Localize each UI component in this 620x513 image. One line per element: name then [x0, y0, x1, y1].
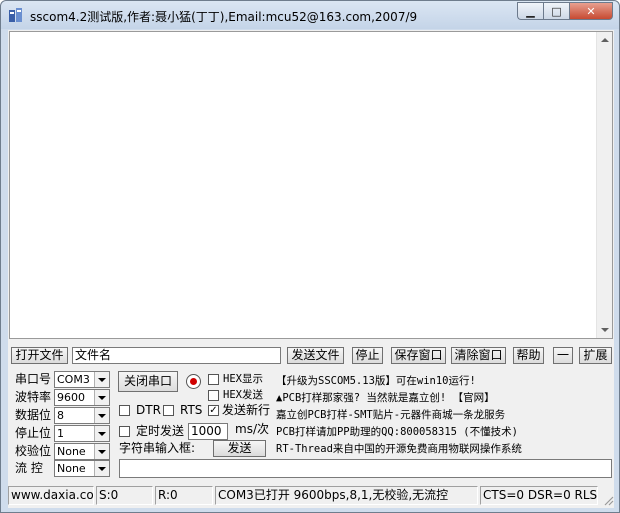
databits-label: 数据位	[15, 408, 52, 422]
databits-select[interactable]: 8	[54, 407, 110, 424]
maximize-button[interactable]: □	[543, 2, 569, 20]
promo-line-2[interactable]: ▲PCB打样那家强? 当然就是嘉立创! 【官网】	[276, 390, 495, 405]
interval-input[interactable]: 1000	[188, 423, 228, 440]
baud-select[interactable]: 9600	[54, 389, 110, 406]
chevron-down-icon	[94, 426, 109, 441]
minimize-icon: ▁	[526, 4, 535, 18]
promo-line-4[interactable]: PCB打样请加PP助理的QQ:800058315 (不懂技术)	[276, 424, 518, 439]
dash-button[interactable]: 一	[553, 347, 573, 364]
file-name-field[interactable]: 文件名	[72, 347, 281, 364]
app-window: sscom4.2测试版,作者:聂小猛(丁丁),Email:mcu52@163.c…	[0, 0, 620, 513]
timed-send-label: 定时发送	[136, 424, 185, 438]
input-label: 字符串输入框:	[119, 441, 196, 455]
close-icon: ✕	[586, 4, 596, 18]
close-button[interactable]: ✕	[569, 2, 613, 20]
baud-label: 波特率	[15, 390, 52, 404]
receive-textarea[interactable]	[9, 31, 613, 339]
sscom-app-icon	[9, 8, 22, 22]
chevron-down-icon	[94, 444, 109, 459]
scroll-up-icon[interactable]	[601, 38, 609, 42]
port-status-led-icon	[186, 374, 201, 389]
timed-send-checkbox[interactable]	[119, 426, 130, 437]
promo-line-1[interactable]: 【升级为SSCOM5.13版】可在win10运行!	[276, 373, 476, 388]
rts-label: RTS	[180, 403, 203, 417]
chevron-down-icon	[94, 408, 109, 423]
send-newline-label: 发送新行	[222, 403, 271, 417]
send-button[interactable]: 发送	[213, 440, 266, 457]
vertical-scrollbar[interactable]	[596, 32, 612, 338]
chevron-down-icon	[94, 372, 109, 387]
caption-buttons: ▁ □ ✕	[517, 2, 613, 21]
resize-grip-icon[interactable]	[602, 494, 614, 506]
clear-window-button[interactable]: 清除窗口	[451, 347, 506, 364]
rts-checkbox[interactable]	[163, 405, 174, 416]
databits-value: 8	[57, 409, 64, 422]
dtr-label: DTR	[136, 403, 161, 417]
minimize-button[interactable]: ▁	[517, 2, 543, 20]
close-port-button[interactable]: 关闭串口	[118, 371, 178, 392]
send-file-button[interactable]: 发送文件	[287, 347, 344, 364]
promo-panel: 【升级为SSCOM5.13版】可在win10运行! ▲PCB打样那家强? 当然就…	[272, 370, 612, 458]
status-site: www.daxia.cor	[8, 486, 94, 505]
dtr-checkbox[interactable]	[119, 405, 130, 416]
flow-select[interactable]: None	[54, 460, 110, 477]
promo-line-3[interactable]: 嘉立创PCB打样-SMT贴片-元器件商城一条龙服务	[276, 407, 505, 422]
hex-send-checkbox[interactable]	[208, 390, 219, 401]
parity-select[interactable]: None	[54, 443, 110, 460]
status-port: COM3已打开 9600bps,8,1,无校验,无流控	[215, 486, 478, 505]
status-sent: S:0	[96, 486, 153, 505]
status-lines: CTS=0 DSR=0 RLSI	[480, 486, 598, 505]
client-area: 打开文件 文件名 发送文件 停止 保存窗口 清除窗口 帮助 一 扩展 串口号 C…	[8, 30, 614, 508]
send-input[interactable]	[119, 459, 612, 478]
scroll-down-icon[interactable]	[601, 328, 609, 332]
port-label: 串口号	[15, 372, 52, 386]
expand-button[interactable]: 扩展	[579, 347, 612, 364]
baud-value: 9600	[57, 391, 85, 404]
flow-label: 流 控	[15, 461, 43, 475]
stopbits-label: 停止位	[15, 426, 52, 440]
stopbits-select[interactable]: 1	[54, 425, 110, 442]
hex-display-label: HEX显示	[223, 373, 263, 385]
flow-value: None	[57, 462, 86, 475]
hex-display-checkbox[interactable]	[208, 374, 219, 385]
interval-unit-label: ms/次	[235, 422, 269, 436]
chevron-down-icon	[94, 461, 109, 476]
port-value: COM3	[57, 373, 90, 386]
save-window-button[interactable]: 保存窗口	[391, 347, 446, 364]
open-file-button[interactable]: 打开文件	[11, 347, 68, 364]
send-newline-checkbox[interactable]: ✓	[208, 405, 219, 416]
help-button[interactable]: 帮助	[513, 347, 544, 364]
status-bar: www.daxia.cor S:0 R:0 COM3已打开 9600bps,8,…	[8, 486, 614, 506]
stop-button[interactable]: 停止	[352, 347, 383, 364]
parity-value: None	[57, 445, 86, 458]
title-bar[interactable]: sscom4.2测试版,作者:聂小猛(丁丁),Email:mcu52@163.c…	[1, 1, 619, 29]
parity-label: 校验位	[15, 444, 52, 458]
status-received: R:0	[155, 486, 213, 505]
stopbits-value: 1	[57, 427, 64, 440]
port-select[interactable]: COM3	[54, 371, 110, 388]
window-title: sscom4.2测试版,作者:聂小猛(丁丁),Email:mcu52@163.c…	[30, 10, 418, 24]
promo-line-5[interactable]: RT-Thread来自中国的开源免费商用物联网操作系统	[276, 441, 522, 456]
chevron-down-icon	[94, 390, 109, 405]
maximize-icon: □	[551, 4, 562, 18]
hex-send-label: HEX发送	[223, 389, 263, 401]
